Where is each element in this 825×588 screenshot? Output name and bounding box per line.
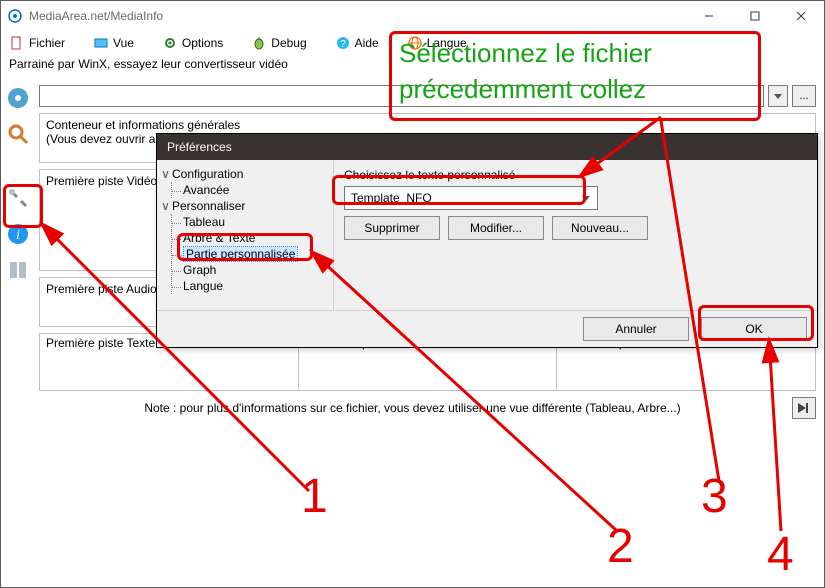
menu-fichier[interactable]: Fichier [9,35,65,51]
bug-icon [251,35,267,51]
rail-info-icon[interactable]: i [5,221,31,247]
menu-debug[interactable]: Debug [251,35,306,51]
maximize-button[interactable] [732,1,778,31]
close-button[interactable] [778,1,824,31]
tree-arbre-texte[interactable]: Arbre & Texte [183,231,255,245]
annuler-button[interactable]: Annuler [583,317,689,341]
tree-personnaliser[interactable]: Personnaliser [172,199,245,213]
globe-icon [407,35,423,51]
supprimer-button[interactable]: Supprimer [344,216,440,240]
view-icon [93,35,109,51]
tree-tableau[interactable]: Tableau [183,215,225,229]
tree-avancee[interactable]: Avancée [183,183,229,197]
svg-text:?: ? [340,39,346,50]
template-combobox-value: Template_NFO [351,191,432,205]
help-icon: ? [335,35,351,51]
gear-icon [162,35,178,51]
left-rail: i [1,79,35,588]
tree-langue[interactable]: Langue [183,279,223,293]
preferences-tree[interactable]: ∨Configuration Avancée ∨Personnaliser Ta… [157,160,334,310]
rail-search-icon[interactable] [5,121,31,147]
tree-partie-personnalisee[interactable]: Partie personnalisée [183,246,298,262]
tree-graph[interactable]: Graph [183,263,216,277]
file-path-input[interactable] [39,85,764,107]
chevron-down-icon [581,193,591,203]
template-combobox[interactable]: Template_NFO [344,186,598,210]
file-icon [9,35,25,51]
tree-configuration[interactable]: Configuration [172,167,243,181]
ok-button[interactable]: OK [701,317,807,341]
modifier-button[interactable]: Modifier... [448,216,544,240]
app-window: MediaArea.net/MediaInfo Fichier Vue Opti… [0,0,825,588]
preferences-dialog: Préférences ∨Configuration Avancée ∨Pers… [156,133,818,348]
titlebar: MediaArea.net/MediaInfo [1,1,824,31]
note-text: Note : pour plus d'informations sur ce f… [39,401,786,415]
nouveau-button[interactable]: Nouveau... [552,216,648,240]
file-browse-button[interactable]: ... [792,85,816,107]
dialog-title: Préférences [157,134,817,160]
file-dropdown-button[interactable] [768,85,788,107]
svg-text:i: i [16,228,20,243]
rail-wrench-icon[interactable] [5,185,31,211]
menu-options[interactable]: Options [162,35,223,51]
menu-langue[interactable]: Langue [407,35,467,51]
menu-vue[interactable]: Vue [93,35,134,51]
rail-disc-icon[interactable] [5,85,31,111]
app-icon [7,8,23,24]
menu-aide[interactable]: ? Aide [335,35,379,51]
menubar: Fichier Vue Options Debug ? Aide Langue [1,31,824,55]
window-title: MediaArea.net/MediaInfo [29,9,686,23]
rail-server-icon[interactable] [5,257,31,283]
minimize-button[interactable] [686,1,732,31]
choose-text-label: Choisissez le texte personnalisé [344,168,807,182]
note-go-button[interactable] [792,397,816,419]
sponsor-bar[interactable]: Parrainé par WinX, essayez leur converti… [1,55,824,79]
container-heading: Conteneur et informations générales [46,118,809,132]
